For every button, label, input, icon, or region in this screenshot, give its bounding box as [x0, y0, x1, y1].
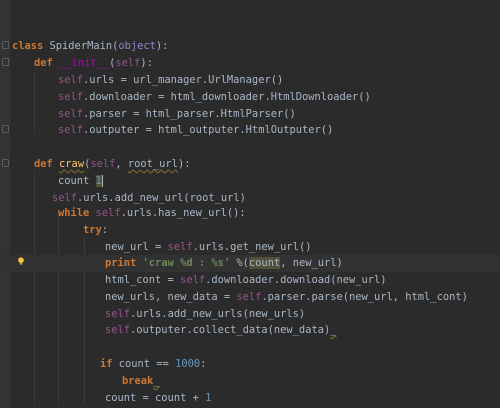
- code-token: .urls.add_new_urls(new_urls): [130, 308, 306, 320]
- line-content: print 'craw %d : %s' %(count, new_url): [105, 255, 343, 272]
- code-token: self: [52, 192, 78, 204]
- code-line[interactable]: self.urls = url_manager.UrlManager(): [0, 72, 500, 89]
- code-token: .urls.has_new_url():: [120, 207, 246, 219]
- code-line[interactable]: self.downloader = html_downloader.HtmlDo…: [0, 89, 500, 106]
- code-token: object: [118, 40, 156, 52]
- code-line[interactable]: class SpiderMain(object):: [0, 38, 500, 55]
- line-content: if count == 1000:: [100, 356, 206, 373]
- code-token: __init__: [59, 57, 110, 69]
- line-content: count 1: [58, 173, 103, 190]
- code-line[interactable]: while self.urls.has_new_url():: [0, 205, 500, 222]
- code-line[interactable]: html_cont = self.downloader.download(new…: [0, 272, 500, 289]
- code-token: .outputer = html_outputer.HtmlOutputer(): [83, 124, 334, 136]
- code-token: count = count +: [105, 392, 206, 404]
- code-line[interactable]: count = count + 1: [0, 390, 500, 407]
- code-token: self: [105, 308, 131, 320]
- code-line-current[interactable]: print 'craw %d : %s' %(count, new_url): [0, 255, 500, 272]
- line-content: new_urls, new_data = self.parser.parse(n…: [105, 289, 468, 306]
- code-token: , new_url): [280, 257, 343, 269]
- code-token: 1000: [175, 358, 201, 370]
- code-token: self: [105, 324, 131, 336]
- code-token: new_urls, new_data =: [105, 291, 237, 303]
- code-token: self: [115, 57, 141, 69]
- code-token: .parser.parse(new_url, html_cont): [261, 291, 468, 303]
- code-line[interactable]: new_urls, new_data = self.parser.parse(n…: [0, 289, 500, 306]
- code-token: SpiderMain(: [43, 40, 119, 52]
- line-content: def __init__(self):: [34, 55, 153, 72]
- code-token: :: [101, 224, 109, 236]
- code-line[interactable]: break_: [0, 373, 500, 390]
- line-content: new_url = self.urls.get_new_url(): [105, 239, 311, 256]
- lightbulb-icon[interactable]: [17, 257, 25, 265]
- code-token: .urls = url_manager.UrlManager(): [83, 74, 284, 86]
- code-token: ,: [115, 158, 128, 170]
- code-token: try: [83, 224, 102, 236]
- line-content: count = count + 1: [105, 390, 211, 407]
- code-token: while: [58, 207, 90, 219]
- code-token: _: [330, 324, 337, 336]
- line-content: while self.urls.has_new_url():: [58, 205, 246, 222]
- code-token: .parser = html_parser.HtmlParser(): [83, 108, 296, 120]
- code-token: ):: [155, 40, 169, 52]
- code-token: if: [100, 358, 113, 370]
- code-token: ):: [177, 158, 191, 170]
- code-token: new_url =: [105, 241, 168, 253]
- code-token: self: [180, 274, 206, 286]
- line-content: self.urls.add_new_urls(new_urls): [105, 306, 305, 323]
- code-token: self: [236, 291, 262, 303]
- code-token: break: [122, 375, 154, 387]
- code-token: %(: [230, 257, 249, 269]
- text-cursor: [101, 175, 103, 187]
- code-token: def: [34, 158, 53, 170]
- code-line[interactable]: try:: [0, 222, 500, 239]
- code-line[interactable]: def __init__(self):: [0, 55, 500, 72]
- code-token: self: [58, 91, 84, 103]
- code-token: self: [95, 207, 121, 219]
- code-token: .urls.get_new_url(): [192, 241, 312, 253]
- line-content: try:: [83, 222, 108, 239]
- code-token: root_url: [127, 158, 178, 170]
- code-token: count: [58, 175, 96, 187]
- code-token: class: [12, 40, 44, 52]
- line-content: self.outputer = html_outputer.HtmlOutput…: [58, 122, 333, 139]
- line-content: html_cont = self.downloader.download(new…: [105, 272, 387, 289]
- line-content: def craw(self, root_url):: [34, 156, 190, 173]
- code-token: count ==: [112, 358, 176, 370]
- code-token: self: [167, 241, 193, 253]
- code-line[interactable]: if count == 1000:: [0, 356, 500, 373]
- line-content: self.parser = html_parser.HtmlParser(): [58, 106, 296, 123]
- code-token: .outputer.collect_data(new_data): [130, 324, 331, 336]
- line-content: break_: [122, 373, 160, 390]
- line-content: self.downloader = html_downloader.HtmlDo…: [58, 89, 371, 106]
- code-line[interactable]: self.outputer.collect_data(new_data)_: [0, 322, 500, 339]
- code-token: 'craw %d : %s': [142, 257, 231, 269]
- code-token: print: [105, 257, 137, 269]
- code-line[interactable]: count 1: [0, 173, 500, 190]
- line-content: class SpiderMain(object):: [12, 38, 168, 55]
- line-content: self.urls = url_manager.UrlManager(): [58, 72, 283, 89]
- code-token: html_cont =: [105, 274, 181, 286]
- code-token: :: [200, 358, 207, 370]
- code-token: self: [58, 108, 84, 120]
- code-line[interactable]: self.urls.add_new_urls(new_urls): [0, 306, 500, 323]
- code-line[interactable]: def craw(self, root_url):: [0, 156, 500, 173]
- code-editor[interactable]: class SpiderMain(object): def __init__(s…: [0, 0, 500, 408]
- code-token: ):: [140, 57, 153, 69]
- code-line[interactable]: self.outputer = html_outputer.HtmlOutput…: [0, 122, 500, 139]
- code-token: .urls.add_new_url(root_url): [77, 192, 246, 204]
- code-token: self: [90, 158, 116, 170]
- code-token: .downloader.download(new_url): [205, 274, 387, 286]
- code-line[interactable]: self.parser = html_parser.HtmlParser(): [0, 106, 500, 123]
- code-line[interactable]: new_url = self.urls.get_new_url(): [0, 239, 500, 256]
- code-token: self: [58, 124, 84, 136]
- code-token: craw: [59, 158, 85, 170]
- code-token: 1: [205, 392, 212, 404]
- line-content: self.outputer.collect_data(new_data)_: [105, 322, 336, 339]
- code-token: self: [58, 74, 84, 86]
- code-token: count: [248, 257, 281, 269]
- code-token: _: [153, 375, 160, 387]
- code-token: .downloader = html_downloader.HtmlDownlo…: [83, 91, 371, 103]
- code-token: def: [34, 57, 53, 69]
